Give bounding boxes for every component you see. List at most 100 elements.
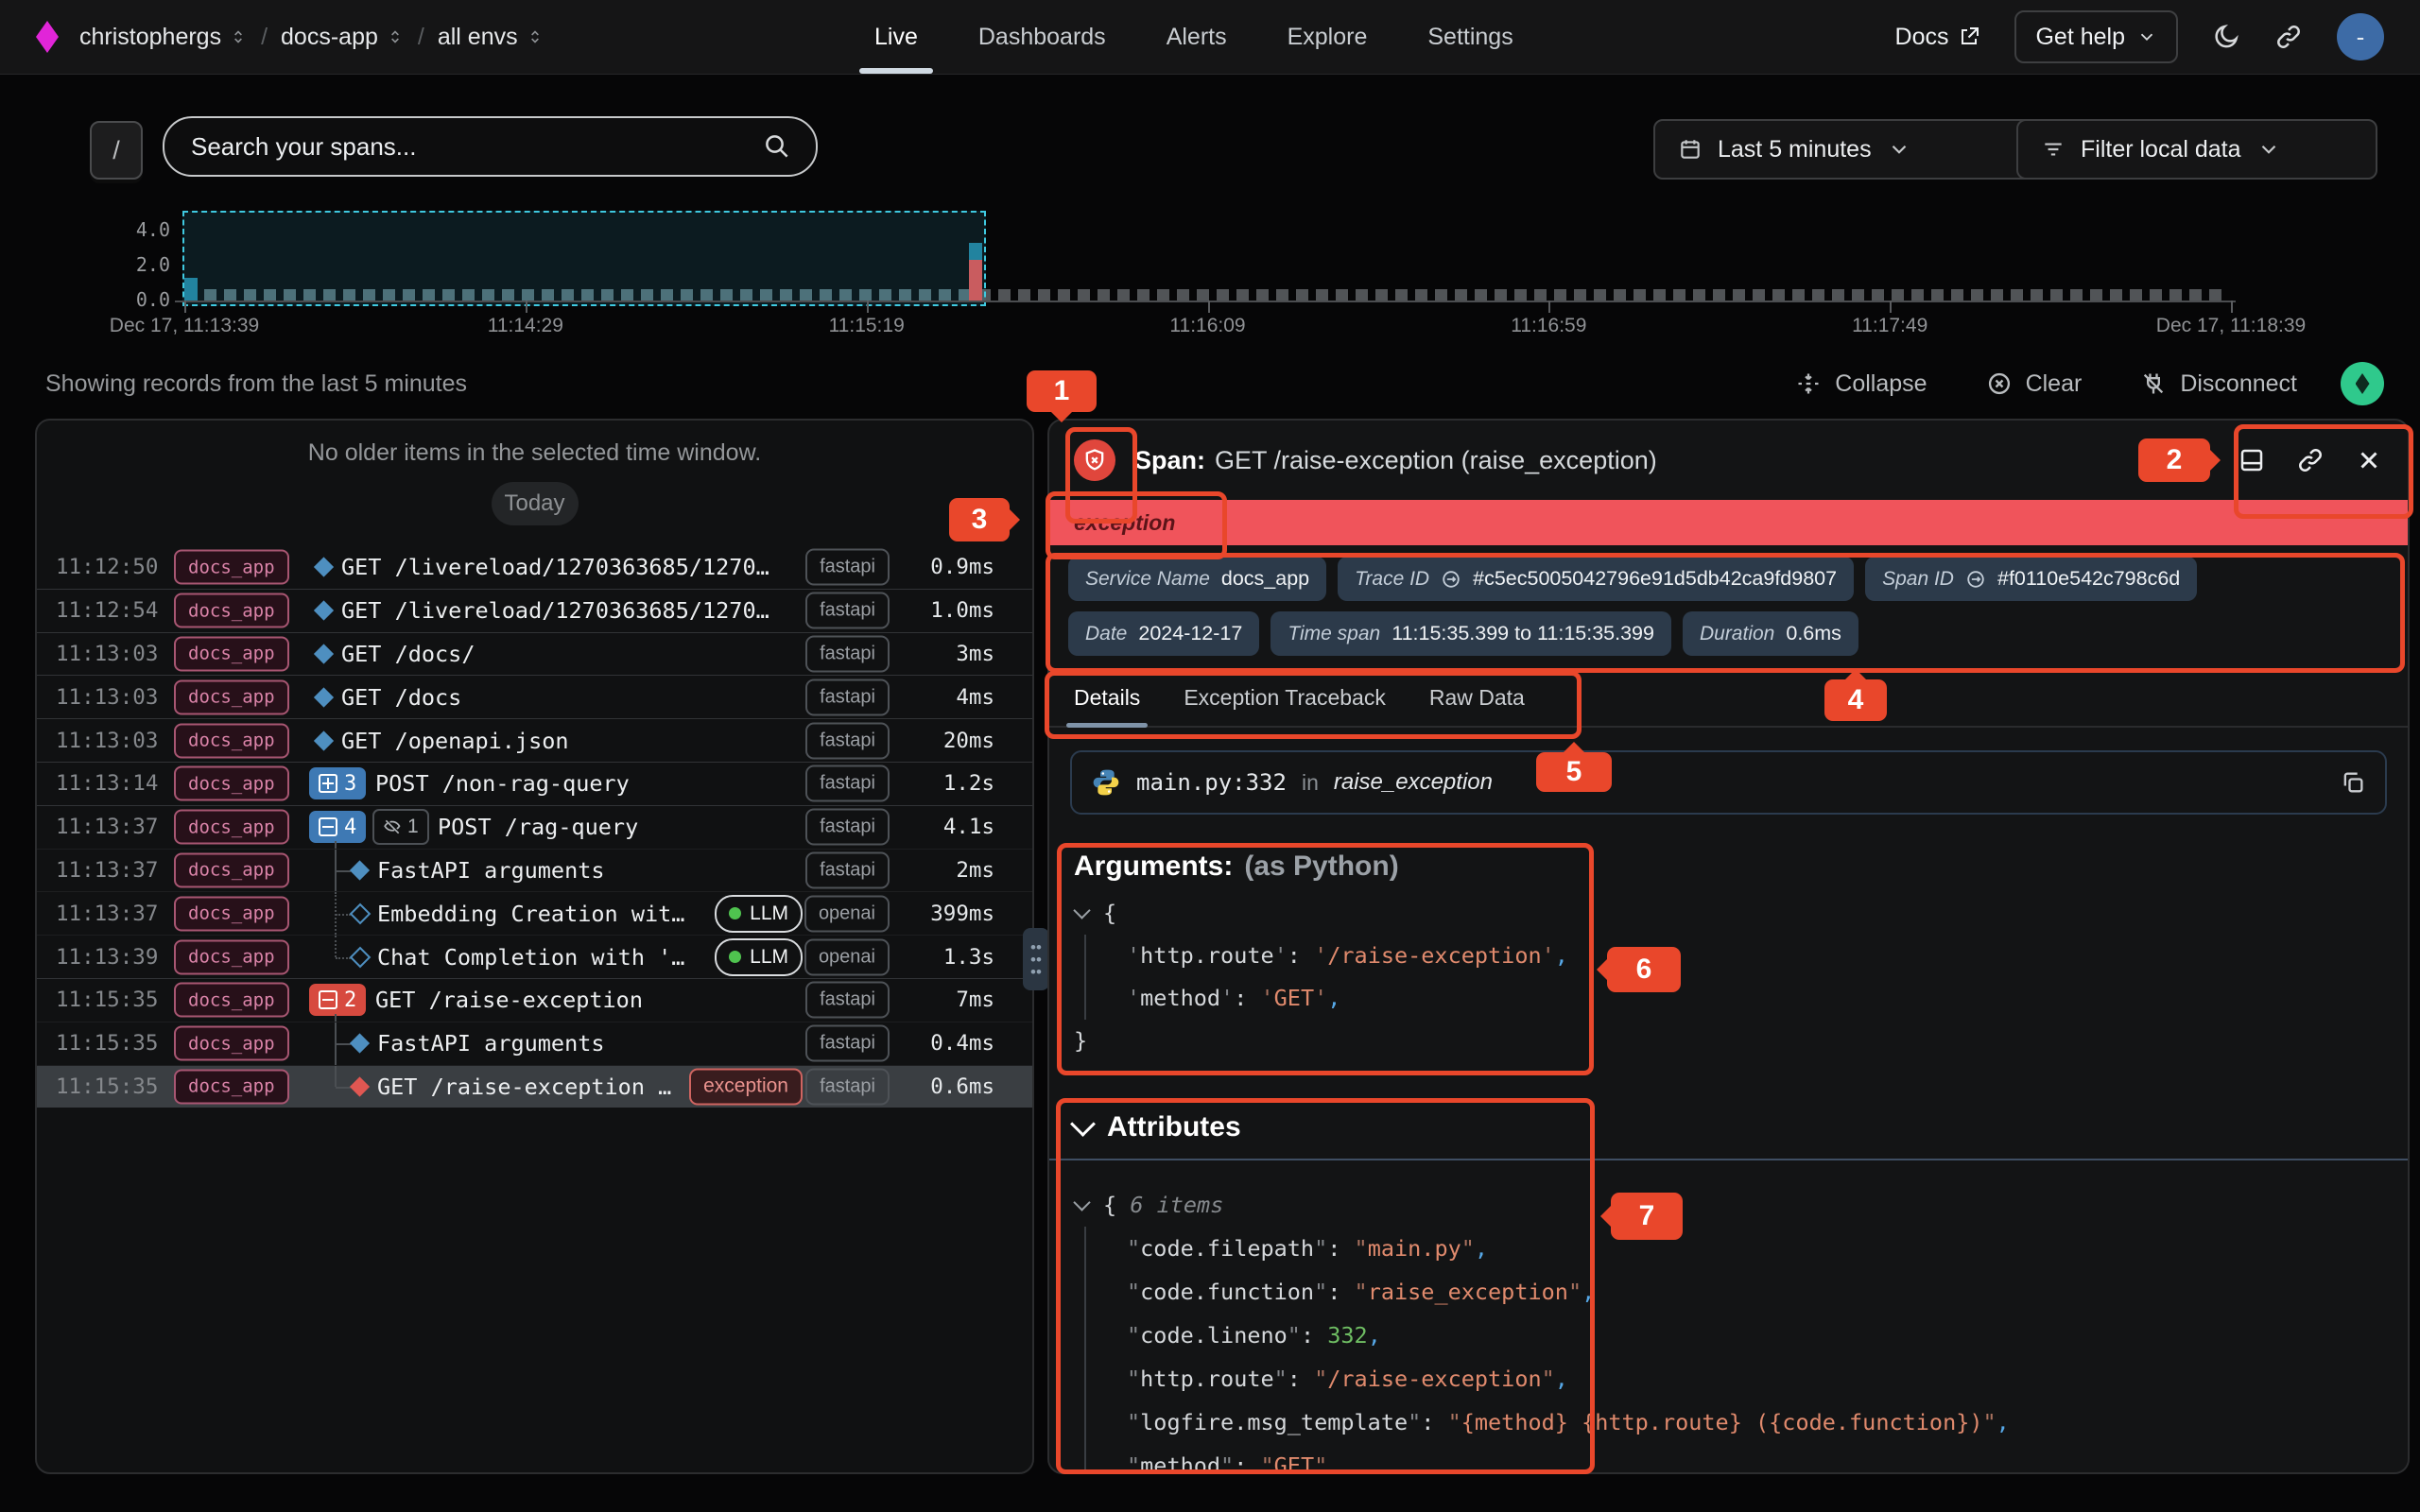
span-row[interactable]: 11:13:03docs_appGET /docsfastapi4ms [37, 675, 1032, 718]
service-tag[interactable]: docs_app [174, 1026, 289, 1061]
tab-explore[interactable]: Explore [1288, 0, 1368, 74]
span-name[interactable]: FastAPI arguments [377, 1030, 605, 1057]
service-tag[interactable]: docs_app [174, 810, 289, 845]
span-row[interactable]: 11:13:39docs_appChat Completion with '…L… [37, 935, 1032, 978]
chart-x-tickmark [1548, 301, 1550, 313]
detail-tab-details[interactable]: Details [1074, 671, 1140, 726]
service-tag[interactable]: docs_app [174, 679, 289, 714]
detail-tab-raw-data[interactable]: Raw Data [1429, 671, 1525, 726]
hidden-spans-badge[interactable]: 1 [372, 809, 429, 845]
service-tag[interactable]: docs_app [174, 723, 289, 758]
span-name[interactable]: GET /openapi.json [341, 728, 569, 754]
span-name[interactable]: GET /docs [341, 684, 461, 711]
logfire-logo-icon[interactable] [36, 21, 59, 53]
filter-local-data-button[interactable]: Filter local data [2016, 119, 2377, 180]
expand-toggle[interactable]: 3 [309, 767, 366, 799]
avatar[interactable]: - [2337, 13, 2384, 60]
span-name[interactable]: Chat Completion with '… [377, 944, 684, 971]
service-tag[interactable]: docs_app [174, 593, 289, 628]
tab-dashboards[interactable]: Dashboards [978, 0, 1106, 74]
span-name[interactable]: Embedding Creation wit… [377, 901, 684, 927]
expand-toggle[interactable]: 2 [309, 984, 366, 1016]
clear-button[interactable]: Clear [1986, 370, 2083, 398]
span-row[interactable]: 11:13:37docs_app41POST /rag-queryfastapi… [37, 805, 1032, 849]
llm-tag: LLM [715, 938, 803, 976]
copy-button[interactable] [2340, 769, 2366, 796]
span-row[interactable]: 11:13:37docs_appFastAPI argumentsfastapi… [37, 849, 1032, 892]
chart-baseline-bar [1911, 289, 1924, 301]
source-tag[interactable]: fastapi [805, 809, 890, 846]
chart-baseline-bar [1296, 289, 1308, 301]
service-tag[interactable]: docs_app [174, 550, 289, 585]
span-name[interactable]: GET /raise-exception [375, 987, 643, 1013]
span-name[interactable]: POST /non-rag-query [375, 770, 630, 797]
source-tag[interactable]: fastapi [805, 679, 890, 715]
project-selector[interactable]: docs-app [281, 24, 405, 51]
span-row[interactable]: 11:13:03docs_appGET /docs/fastapi3ms [37, 632, 1032, 676]
docs-link[interactable]: Docs [1895, 24, 1981, 51]
chevron-down-icon [1887, 137, 1911, 162]
span-row[interactable]: 11:13:03docs_appGET /openapi.jsonfastapi… [37, 718, 1032, 762]
span-row[interactable]: 11:15:35docs_appFastAPI argumentsfastapi… [37, 1022, 1032, 1065]
span-row[interactable]: 11:13:37docs_appEmbedding Creation wit…L… [37, 891, 1032, 935]
tab-settings[interactable]: Settings [1427, 0, 1512, 74]
service-tag[interactable]: docs_app [174, 766, 289, 801]
service-tag[interactable]: docs_app [174, 896, 289, 931]
disconnect-button[interactable]: Disconnect [2140, 370, 2297, 398]
clear-icon [1986, 370, 2013, 397]
source-tag[interactable]: fastapi [805, 765, 890, 802]
span-name[interactable]: GET /docs/ [341, 641, 475, 667]
env-selector[interactable]: all envs [438, 24, 544, 51]
source-tag[interactable]: fastapi [805, 851, 890, 888]
service-tag[interactable]: docs_app [174, 1069, 289, 1104]
org-selector[interactable]: christophergs [79, 24, 248, 51]
service-tag[interactable]: docs_app [174, 636, 289, 671]
detail-tab-exception-traceback[interactable]: Exception Traceback [1184, 671, 1386, 726]
search-input[interactable] [189, 131, 763, 163]
source-tag[interactable]: fastapi [805, 1025, 890, 1062]
span-row[interactable]: 11:15:35docs_app2GET /raise-exceptionfas… [37, 978, 1032, 1022]
collapse-button[interactable]: Collapse [1795, 370, 1927, 398]
span-row[interactable]: 11:12:54docs_appGET /livereload/12703636… [37, 589, 1032, 632]
span-name[interactable]: POST /rag-query [438, 814, 638, 840]
source-tag[interactable]: fastapi [805, 593, 890, 629]
chart-selection-window[interactable] [182, 211, 986, 306]
today-button[interactable]: Today [492, 482, 579, 525]
span-row[interactable]: 11:15:35docs_appGET /raise-exception …ex… [37, 1065, 1032, 1108]
close-icon[interactable] [2355, 446, 2383, 474]
panel-resize-handle[interactable]: •• •• •• [1023, 928, 1049, 990]
spans-chart[interactable]: 4.02.00.0Dec 17, 11:13:3911:14:2911:15:1… [0, 203, 2420, 359]
service-tag[interactable]: docs_app [174, 852, 289, 887]
meta-pill-trace-id[interactable]: Trace ID #c5ec5005042796e91d5db42ca9fd98… [1338, 557, 1854, 601]
moon-icon [2212, 23, 2240, 51]
source-tag[interactable]: openai [804, 895, 890, 932]
copy-link-icon[interactable] [2296, 446, 2325, 474]
span-name[interactable]: GET /raise-exception … [377, 1074, 671, 1100]
attributes-heading[interactable]: Attributes [1074, 1111, 2408, 1143]
tab-alerts[interactable]: Alerts [1167, 0, 1227, 74]
chart-baseline-bar [1534, 289, 1547, 301]
service-tag[interactable]: docs_app [174, 939, 289, 974]
expand-toggle[interactable]: 4 [309, 811, 366, 843]
meta-pill-span-id[interactable]: Span ID #f0110e542c798c6d [1865, 557, 2197, 601]
tab-live[interactable]: Live [874, 0, 918, 74]
service-tag[interactable]: docs_app [174, 983, 289, 1018]
dark-mode-toggle[interactable] [2212, 23, 2240, 51]
source-tag[interactable]: fastapi [805, 635, 890, 672]
time-range-button[interactable]: Last 5 minutes [1653, 119, 2038, 180]
span-name[interactable]: GET /livereload/1270363685/1270… [341, 554, 769, 580]
span-row[interactable]: 11:12:50docs_appGET /livereload/12703636… [37, 546, 1032, 589]
get-help-button[interactable]: Get help [2014, 10, 2178, 63]
dock-panel-icon[interactable] [2238, 446, 2266, 474]
source-tag[interactable]: fastapi [805, 982, 890, 1019]
share-link-button[interactable] [2274, 23, 2303, 51]
code-line: "code.function": "raise_exception", [1074, 1270, 2408, 1314]
source-tag[interactable]: fastapi [805, 549, 890, 586]
source-tag[interactable]: openai [804, 938, 890, 975]
span-name[interactable]: GET /livereload/1270363685/1270… [341, 597, 769, 624]
span-row[interactable]: 11:13:14docs_app3POST /non-rag-queryfast… [37, 762, 1032, 805]
span-duration: 20ms [881, 729, 994, 753]
span-name[interactable]: FastAPI arguments [377, 857, 605, 884]
source-tag[interactable]: fastapi [805, 1068, 890, 1105]
source-tag[interactable]: fastapi [805, 722, 890, 759]
